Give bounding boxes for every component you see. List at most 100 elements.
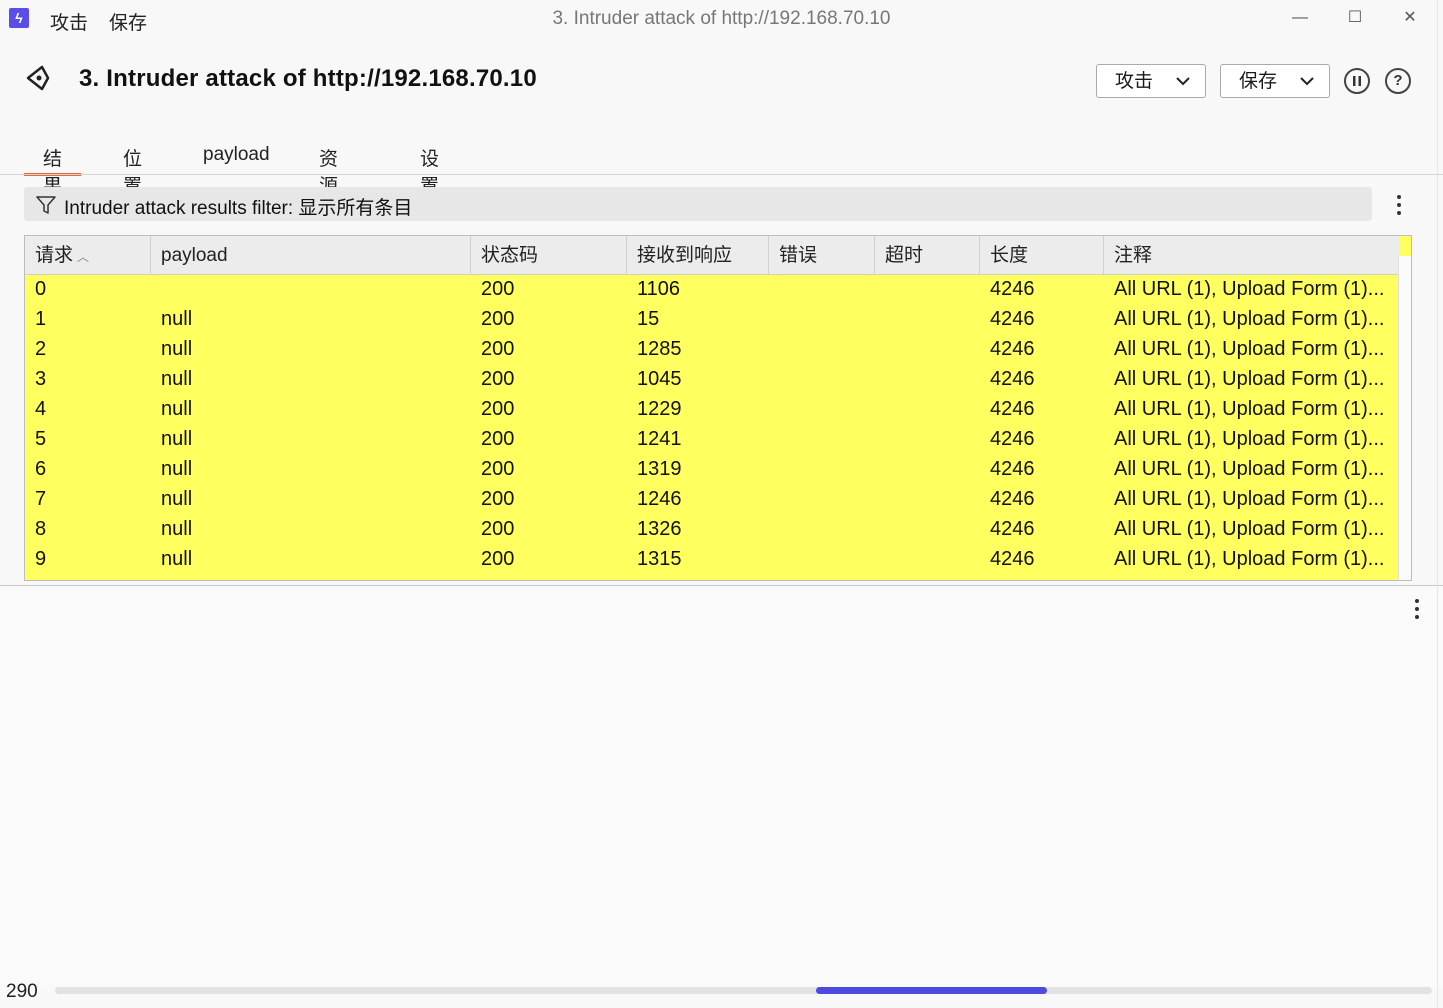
cell-timeout <box>875 514 980 544</box>
cell-payload <box>151 274 471 304</box>
app-logo-icon: ϟ <box>9 8 29 28</box>
cell-status: 200 <box>481 278 515 300</box>
cell-request: 0 <box>35 278 47 300</box>
cell-request: 6 <box>35 458 47 480</box>
table-row[interactable]: 2 null 200 1285 4246 All URL (1), Upload Form… <box>25 334 1400 364</box>
cell-timeout <box>875 304 980 334</box>
sort-ascending-icon: ︿ <box>77 250 90 264</box>
cell-error <box>769 544 875 574</box>
table-row[interactable]: 6 null 200 1319 4246 All URL (1), Upload Form… <box>25 454 1400 484</box>
horizontal-scrollbar[interactable] <box>55 987 1432 994</box>
results-filter-bar[interactable]: Intruder attack results filter: 显示所有条目 <box>24 187 1372 221</box>
column-header-comment[interactable]: 注释 <box>1104 236 1400 274</box>
lower-panel <box>0 586 1443 986</box>
menu-attack[interactable]: 攻击 <box>50 8 88 35</box>
cell-timeout <box>875 484 980 514</box>
cell-payload: null <box>161 548 193 570</box>
cell-error <box>769 274 875 304</box>
table-row[interactable]: 3 null 200 1045 4246 All URL (1), Upload Form… <box>25 364 1400 394</box>
minimize-button[interactable]: — <box>1280 4 1320 32</box>
page-title: 3. Intruder attack of http://192.168.70.… <box>79 65 537 92</box>
tab-payload[interactable]: payload <box>203 144 270 174</box>
cell-request: 7 <box>35 488 47 510</box>
cell-status: 200 <box>481 518 515 540</box>
intruder-icon <box>26 65 50 91</box>
tab-settings[interactable]: 设置 <box>420 144 439 197</box>
menu-save[interactable]: 保存 <box>109 8 147 35</box>
cell-error <box>769 334 875 364</box>
attack-dropdown-label: 攻击 <box>1115 71 1154 92</box>
cell-comment: All URL (1), Upload Form (1)... <box>1114 278 1385 300</box>
cell-comment: All URL (1), Upload Form (1)... <box>1114 458 1385 480</box>
close-button[interactable]: ✕ <box>1390 4 1430 32</box>
column-header-error[interactable]: 错误 <box>769 236 875 274</box>
cell-error <box>769 454 875 484</box>
lower-panel-more-icon[interactable] <box>1409 596 1425 622</box>
cell-comment: All URL (1), Upload Form (1)... <box>1114 398 1385 420</box>
cell-error <box>769 514 875 544</box>
cell-received: 1229 <box>637 398 682 420</box>
pause-circle-icon[interactable] <box>1344 68 1370 94</box>
cell-comment: All URL (1), Upload Form (1)... <box>1114 428 1385 450</box>
tab-divider <box>0 174 1443 175</box>
cell-error <box>769 394 875 424</box>
table-row[interactable]: 9 null 200 1315 4246 All URL (1), Upload Form… <box>25 544 1400 574</box>
cell-error <box>769 364 875 394</box>
cell-length: 4246 <box>990 428 1035 450</box>
cell-request: 9 <box>35 548 47 570</box>
table-row[interactable]: 0 200 1106 4246 All URL (1), Upload Form (1)… <box>25 274 1400 304</box>
column-header-payload[interactable]: payload <box>151 236 471 274</box>
table-row[interactable]: 4 null 200 1229 4246 All URL (1), Upload Form… <box>25 394 1400 424</box>
table-row[interactable]: 7 null 200 1246 4246 All URL (1), Upload Form… <box>25 484 1400 514</box>
table-vertical-scrollbar[interactable] <box>1398 256 1411 580</box>
cell-comment: All URL (1), Upload Form (1)... <box>1114 308 1385 330</box>
tab-resource-pool[interactable]: 资源池 <box>319 144 338 224</box>
cell-received: 1106 <box>637 278 681 300</box>
cell-payload: null <box>161 338 193 360</box>
column-header-received[interactable]: 接收到响应 <box>627 236 769 274</box>
cell-received: 1319 <box>637 458 682 480</box>
cell-length: 4246 <box>990 368 1035 390</box>
cell-error <box>769 424 875 454</box>
column-header-timeout[interactable]: 超时 <box>875 236 980 274</box>
table-row[interactable]: 5 null 200 1241 4246 All URL (1), Upload Form… <box>25 424 1400 454</box>
cell-length: 4246 <box>990 278 1035 300</box>
tab-results[interactable]: 结果 <box>23 144 82 197</box>
maximize-button[interactable]: ☐ <box>1335 4 1375 32</box>
cell-request: 5 <box>35 428 47 450</box>
horizontal-scrollbar-thumb[interactable] <box>816 987 1047 994</box>
cell-request: 4 <box>35 398 47 420</box>
column-header-status[interactable]: 状态码 <box>471 236 627 274</box>
save-dropdown-button[interactable]: 保存 <box>1220 64 1330 98</box>
cell-payload: null <box>161 428 193 450</box>
cell-payload: null <box>161 458 193 480</box>
tab-positions[interactable]: 位置 <box>123 144 142 197</box>
chevron-down-icon <box>1175 65 1191 111</box>
cell-timeout <box>875 364 980 394</box>
window-edge <box>1437 0 1438 1008</box>
cell-request: 2 <box>35 338 47 360</box>
cell-payload: null <box>161 308 193 330</box>
help-circle-icon[interactable]: ? <box>1385 68 1411 94</box>
cell-error <box>769 304 875 334</box>
table-row[interactable]: 8 null 200 1326 4246 All URL (1), Upload Form… <box>25 514 1400 544</box>
cell-length: 4246 <box>990 548 1035 570</box>
cell-timeout <box>875 394 980 424</box>
table-row[interactable]: 1 null 200 15 4246 All URL (1), Upload Form (… <box>25 304 1400 334</box>
save-dropdown-label: 保存 <box>1239 71 1278 92</box>
cell-length: 4246 <box>990 338 1035 360</box>
cell-length: 4246 <box>990 458 1035 480</box>
cell-comment: All URL (1), Upload Form (1)... <box>1114 368 1385 390</box>
column-header-length[interactable]: 长度 <box>980 236 1104 274</box>
cell-length: 4246 <box>990 308 1035 330</box>
filter-more-icon[interactable] <box>1391 192 1407 218</box>
attack-dropdown-button[interactable]: 攻击 <box>1096 64 1206 98</box>
column-header-request[interactable]: 请求 ︿ <box>25 236 151 274</box>
table-header: 请求 ︿ payload 状态码 接收到响应 错误 超时 长度 注释 <box>25 236 1400 275</box>
cell-status: 200 <box>481 428 515 450</box>
cell-comment: All URL (1), Upload Form (1)... <box>1114 488 1385 510</box>
cell-payload: null <box>161 518 193 540</box>
cell-status: 200 <box>481 398 515 420</box>
cell-request: 1 <box>35 308 47 330</box>
cell-length: 4246 <box>990 518 1035 540</box>
